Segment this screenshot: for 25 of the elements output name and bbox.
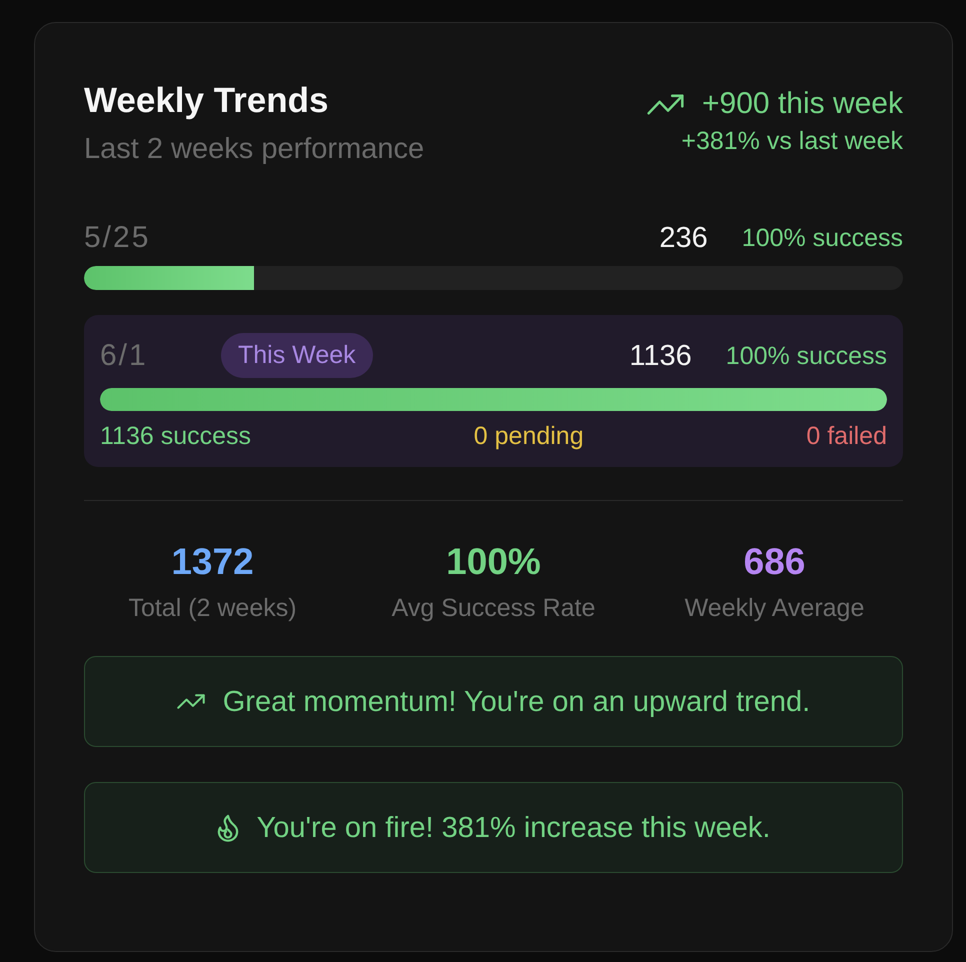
trending-up-icon — [176, 694, 205, 709]
stat-label: Weekly Average — [684, 593, 864, 623]
percent-change: +381% vs last week — [681, 126, 903, 156]
stat-value: 686 — [744, 541, 806, 583]
card-title: Weekly Trends — [84, 81, 328, 121]
week-badge: This Week — [221, 333, 373, 378]
stat-label: Total (2 weeks) — [128, 593, 297, 623]
status-count: 1136 success — [100, 421, 252, 451]
stat-value: 100% — [446, 541, 541, 583]
success-rate: 100% success — [742, 222, 903, 254]
week-date: 5/25 — [84, 220, 150, 256]
stat-label: Avg Success Rate — [392, 593, 596, 623]
weekly-change: +900 this week — [702, 87, 903, 121]
status-count: 0 pending — [474, 421, 584, 451]
card-subtitle: Last 2 weeks performance — [84, 132, 424, 166]
trending-up-icon — [647, 94, 684, 114]
message-text: Great momentum! You're on an upward trend. — [222, 684, 810, 718]
week-count: 236 — [659, 220, 708, 256]
week-date: 6/1 — [100, 338, 148, 374]
week-count: 1136 — [629, 338, 692, 374]
stat-value: 1372 — [171, 541, 254, 583]
status-count: 0 failed — [806, 421, 887, 451]
success-rate: 100% success — [726, 340, 887, 372]
flame-icon — [216, 814, 239, 842]
message-text: You're on fire! 381% increase this week. — [256, 810, 770, 844]
